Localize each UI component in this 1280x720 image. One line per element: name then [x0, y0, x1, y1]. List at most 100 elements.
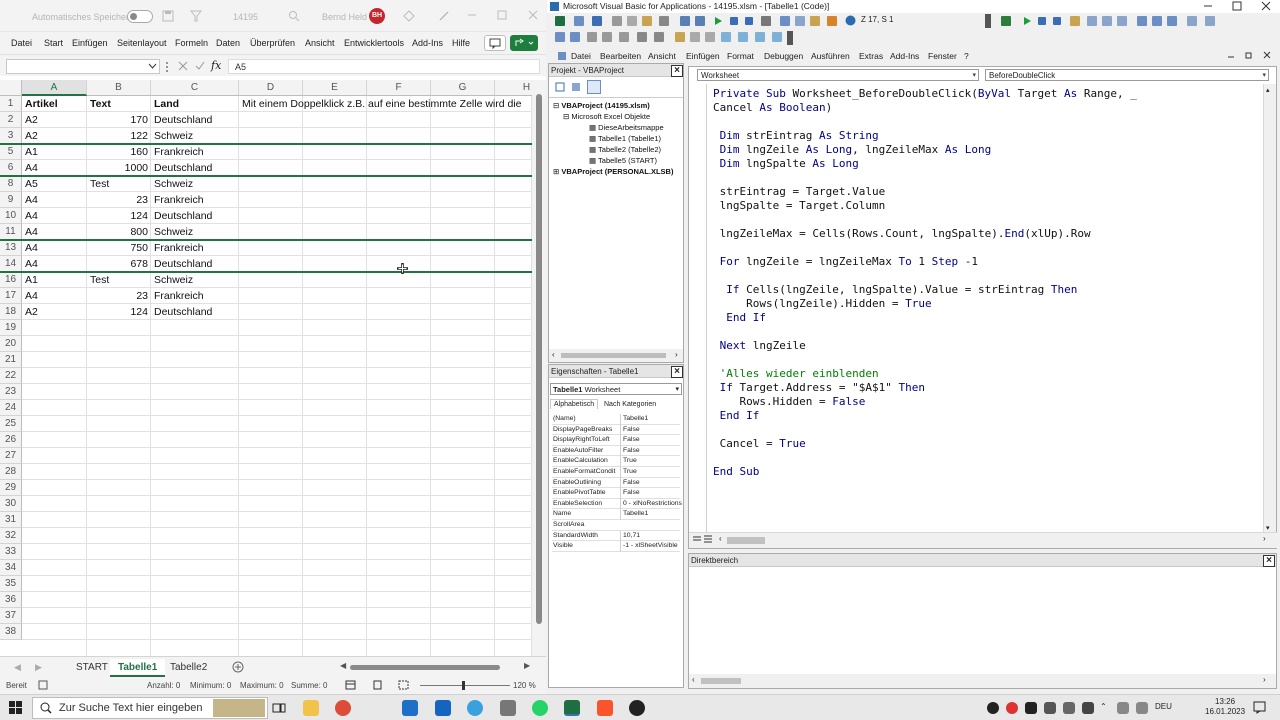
property-row[interactable]: EnablePivotTable False	[552, 488, 680, 499]
tree-personal[interactable]: ⊞ VBAProject (PERSONAL.XLSB)	[553, 167, 673, 176]
locals-window-icon[interactable]	[1137, 16, 1147, 26]
cell-a[interactable]	[22, 448, 87, 464]
tray-app-icon-3[interactable]	[1025, 702, 1037, 714]
tab-einfuegen[interactable]: Einfügen	[72, 38, 108, 48]
property-row[interactable]: Visible -1 - xlSheetVisible	[552, 541, 680, 552]
cell-c[interactable]: Deutschland	[151, 208, 239, 224]
project-scroll-thumb[interactable]	[561, 353, 666, 358]
pen-icon[interactable]	[438, 10, 450, 22]
cell-a[interactable]	[22, 432, 87, 448]
row-header[interactable]: 33	[0, 544, 22, 560]
undo-icon[interactable]	[680, 16, 690, 26]
scroll-left-icon-proj[interactable]: ‹	[552, 350, 555, 359]
cell-a[interactable]: A2	[22, 128, 87, 144]
tab-ansicht[interactable]: Ansicht	[305, 38, 335, 48]
cell-c[interactable]: Deutschland	[151, 160, 239, 176]
cell-a[interactable]: A4	[22, 160, 87, 176]
chevron-down-icon[interactable]	[148, 61, 157, 71]
menu-datei[interactable]: Datei	[571, 51, 591, 61]
cell-a[interactable]	[22, 624, 87, 640]
cell-c[interactable]: Frankreich	[151, 192, 239, 208]
code-horizontal-scrollbar[interactable]: ‹ ›	[689, 532, 1278, 548]
property-row[interactable]: ScrollArea	[552, 520, 680, 531]
break-icon[interactable]	[730, 17, 738, 25]
full-module-view-icon[interactable]	[703, 534, 713, 544]
scroll-left-icon-code[interactable]: ‹	[719, 534, 722, 543]
mail-icon[interactable]	[402, 700, 418, 716]
share-button[interactable]	[510, 35, 538, 51]
property-value[interactable]: False	[620, 424, 682, 436]
row-header[interactable]: 14	[0, 256, 22, 272]
previous-bookmark-icon[interactable]	[755, 32, 765, 42]
cell-b[interactable]: 124	[87, 208, 151, 224]
scroll-right-icon[interactable]: ▶	[524, 661, 530, 670]
cell-a[interactable]	[22, 400, 87, 416]
row-header[interactable]: 3	[0, 128, 22, 144]
cell-c[interactable]	[151, 432, 239, 448]
cell-b[interactable]	[87, 336, 151, 352]
cell-b[interactable]	[87, 352, 151, 368]
code-hscroll-thumb[interactable]	[727, 537, 765, 544]
row-header[interactable]: 23	[0, 384, 22, 400]
excel-view-icon[interactable]	[555, 16, 565, 26]
tab-nach-kategorien[interactable]: Nach Kategorien	[601, 400, 659, 409]
enter-icon[interactable]	[195, 61, 205, 71]
scroll-right-icon-proj[interactable]: ›	[675, 350, 678, 359]
zoom-level[interactable]: 120 %	[513, 681, 536, 690]
tab-start[interactable]: Start	[44, 38, 63, 48]
cell-b[interactable]	[87, 400, 151, 416]
cell-b[interactable]	[87, 608, 151, 624]
cancel-icon[interactable]	[178, 61, 188, 71]
cell-b[interactable]	[87, 384, 151, 400]
tab-entwicklertools[interactable]: Entwicklertools	[344, 38, 404, 48]
cell-a[interactable]: A5	[22, 176, 87, 192]
menu-addins[interactable]: Add-Ins	[890, 51, 919, 61]
name-box[interactable]	[6, 59, 160, 74]
cell-b[interactable]	[87, 592, 151, 608]
clear-bookmarks-icon[interactable]	[772, 32, 782, 42]
immediate-scroll-thumb[interactable]	[701, 678, 741, 684]
scroll-down-icon-code[interactable]: ▾	[1266, 524, 1270, 532]
cell-c[interactable]	[151, 448, 239, 464]
scroll-right-icon-code[interactable]: ›	[1263, 534, 1266, 543]
row-header[interactable]: 21	[0, 352, 22, 368]
cell-a[interactable]: A2	[22, 304, 87, 320]
tree-tabelle1[interactable]: ▦ Tabelle1 (Tabelle1)	[589, 134, 661, 143]
uncomment-block-icon[interactable]	[705, 32, 715, 42]
row-header[interactable]: 2	[0, 112, 22, 128]
cell-c[interactable]: Schweiz	[151, 272, 239, 288]
design-mode-icon[interactable]	[761, 16, 771, 26]
property-value[interactable]: -1 - xlSheetVisible	[620, 541, 682, 552]
cell-a[interactable]	[22, 608, 87, 624]
add-sheet-icon[interactable]	[232, 661, 244, 673]
page-break-icon[interactable]	[398, 680, 409, 690]
cell-b[interactable]	[87, 544, 151, 560]
excel-taskbar-icon[interactable]	[564, 700, 580, 716]
quick-info-icon[interactable]	[587, 32, 597, 42]
cell-b[interactable]: Test	[87, 272, 151, 288]
page-layout-icon[interactable]	[372, 680, 383, 690]
row-header[interactable]: 28	[0, 464, 22, 480]
taskbar-search-box[interactable]: Zur Suche Text hier eingeben	[32, 697, 268, 719]
list-properties-icon[interactable]	[555, 32, 565, 42]
immediate-window[interactable]: Direktbereich × ‹ ›	[688, 553, 1277, 689]
maximize-icon[interactable]	[497, 10, 507, 20]
cell-a[interactable]	[22, 544, 87, 560]
row-header[interactable]: 18	[0, 304, 22, 320]
cell-a[interactable]: A4	[22, 240, 87, 256]
close-icon[interactable]	[528, 10, 538, 20]
save-icon-vba[interactable]	[592, 16, 602, 26]
cell-a[interactable]: A4	[22, 208, 87, 224]
cell-b[interactable]	[87, 512, 151, 528]
menu-help[interactable]: ?	[964, 51, 969, 61]
autosave-toggle[interactable]	[127, 10, 153, 23]
cell-c[interactable]: Deutschland	[151, 304, 239, 320]
object-combobox[interactable]: Worksheet ▾	[697, 69, 979, 81]
property-row[interactable]: (Name) Tabelle1	[552, 414, 680, 425]
insert-function-button[interactable]: fx	[211, 59, 221, 72]
toolbox-icon[interactable]	[827, 16, 837, 26]
quick-watch-icon[interactable]	[1187, 16, 1197, 26]
insert-module-icon[interactable]	[574, 16, 584, 26]
cell-b[interactable]	[87, 560, 151, 576]
cell-a[interactable]	[22, 496, 87, 512]
